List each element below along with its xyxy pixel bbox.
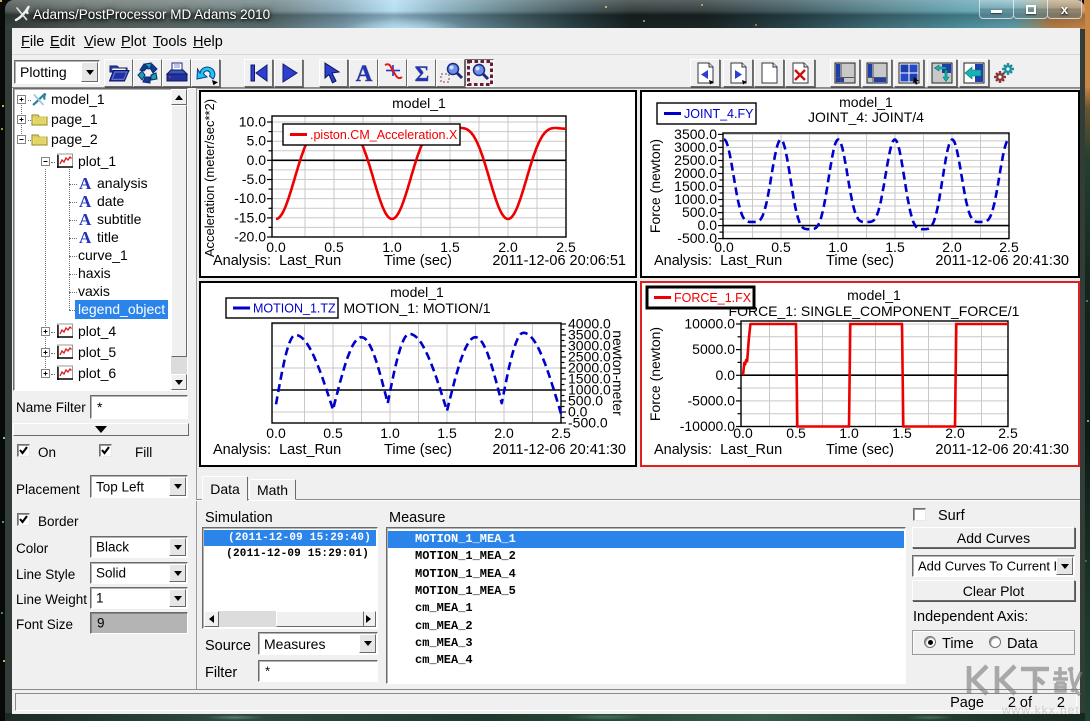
svg-text:JOINT_4.FY: JOINT_4.FY (684, 107, 754, 121)
svg-text:10.0: 10.0 (239, 114, 266, 130)
svg-text:1.5: 1.5 (437, 425, 457, 441)
svg-text:-5.0: -5.0 (242, 171, 266, 187)
svg-text:A: A (355, 61, 372, 85)
svg-text:0.5: 0.5 (323, 425, 343, 441)
svg-text:5000.0: 5000.0 (692, 341, 735, 357)
svg-text:FORCE_1: SINGLE_COMPONENT_FORC: FORCE_1: SINGLE_COMPONENT_FORCE/1 (729, 303, 1020, 319)
svg-text:MOTION_1.TZ: MOTION_1.TZ (253, 302, 336, 316)
svg-text:Analysis: Last_Run: Analysis: Last_Run (654, 253, 782, 269)
svg-text:-10.0: -10.0 (234, 190, 266, 206)
svg-text:0.0: 0.0 (247, 152, 267, 168)
svg-text:2011-12-06 20:41:30: 2011-12-06 20:41:30 (935, 442, 1069, 458)
svg-text:Σ: Σ (414, 61, 428, 85)
svg-text:0.0: 0.0 (733, 425, 753, 441)
svg-text:Force (newton): Force (newton) (647, 139, 663, 233)
svg-text:-15.0: -15.0 (234, 209, 266, 225)
svg-text:-500.0: -500.0 (677, 230, 717, 246)
svg-text:Force (newton): Force (newton) (647, 327, 663, 421)
svg-text:newton-meter: newton-meter (610, 330, 626, 416)
svg-text:5.0: 5.0 (247, 133, 267, 149)
svg-text:-10000.0: -10000.0 (680, 418, 735, 434)
svg-text:Analysis: Last_Run: Analysis: Last_Run (654, 442, 782, 458)
svg-text:MOTION_1: MOTION/1: MOTION_1: MOTION/1 (343, 300, 490, 316)
svg-text:Time (sec): Time (sec) (826, 253, 894, 269)
svg-text:model_1: model_1 (390, 284, 444, 300)
svg-text:-500.0: -500.0 (568, 415, 608, 431)
svg-text:Analysis: Last_Run: Analysis: Last_Run (213, 253, 341, 269)
svg-text:model_1: model_1 (392, 95, 446, 111)
svg-text:1.0: 1.0 (380, 425, 400, 441)
svg-text:2011-12-06 20:06:51: 2011-12-06 20:06:51 (492, 253, 626, 269)
svg-text:-5000.0: -5000.0 (688, 392, 736, 408)
svg-text:FORCE_1.FX: FORCE_1.FX (674, 291, 752, 305)
svg-text:.piston.CM_Acceleration.X: .piston.CM_Acceleration.X (310, 128, 458, 142)
svg-text:model_1: model_1 (847, 287, 901, 303)
svg-text:Time (sec): Time (sec) (826, 442, 894, 458)
svg-text:0.0: 0.0 (266, 425, 286, 441)
svg-text:2.5: 2.5 (551, 425, 571, 441)
svg-text:2011-12-06 20:41:30: 2011-12-06 20:41:30 (492, 442, 626, 458)
svg-text:Analysis: Last_Run: Analysis: Last_Run (213, 442, 341, 458)
svg-text:2.0: 2.0 (494, 425, 514, 441)
svg-text:model_1: model_1 (839, 94, 893, 110)
svg-text:JOINT_4: JOINT/4: JOINT_4: JOINT/4 (808, 109, 924, 125)
svg-text:2.5: 2.5 (998, 425, 1018, 441)
svg-text:2011-12-06 20:41:30: 2011-12-06 20:41:30 (935, 253, 1069, 269)
svg-text:Time (sec): Time (sec) (384, 253, 452, 269)
svg-text:Time (sec): Time (sec) (384, 442, 452, 458)
svg-text:Acceleration (meter/sec**2): Acceleration (meter/sec**2) (202, 99, 217, 257)
svg-text:-20.0: -20.0 (234, 229, 266, 245)
svg-text:0.0: 0.0 (716, 367, 736, 383)
